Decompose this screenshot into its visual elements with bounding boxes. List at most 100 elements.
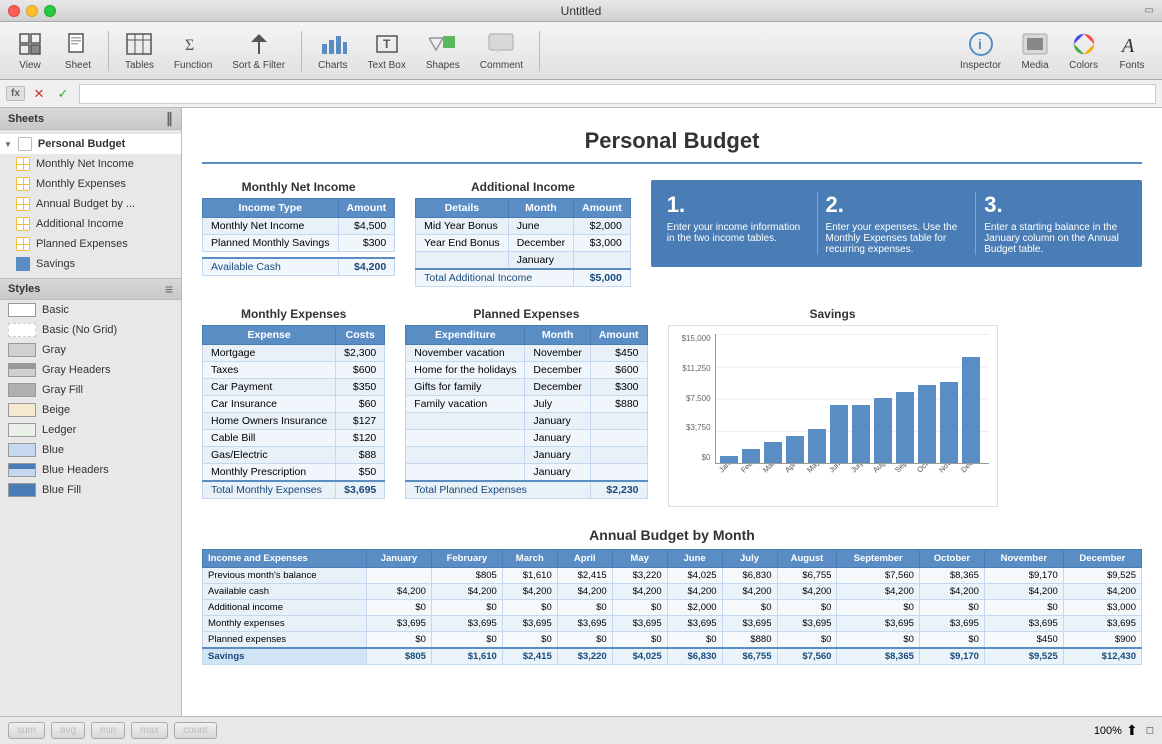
- count-button[interactable]: count: [174, 722, 216, 739]
- annual-row-label-2: Additional income: [203, 600, 367, 616]
- annual-col-feb: February: [431, 550, 502, 568]
- sheet-item-monthly-expenses[interactable]: Monthly Expenses: [0, 174, 181, 194]
- style-preview-blue-headers: [8, 463, 36, 477]
- sheet-item-annual-budget[interactable]: Annual Budget by ...: [0, 194, 181, 214]
- annual-col-oct: October: [919, 550, 984, 568]
- sheet-item-savings[interactable]: Savings: [0, 254, 181, 274]
- table-row: Year End Bonus December $3,000: [416, 235, 631, 252]
- style-gray[interactable]: Gray: [0, 340, 181, 360]
- avg-button[interactable]: avg: [51, 722, 85, 739]
- comment-button[interactable]: Comment: [472, 26, 531, 75]
- income-type-1: Monthly Net Income: [203, 218, 339, 235]
- col-amount: Amount: [338, 199, 395, 218]
- function-button[interactable]: Σ Function: [166, 26, 220, 75]
- window-buttons[interactable]: [8, 5, 56, 17]
- annual-cell-1-11: $4,200: [1063, 584, 1141, 600]
- table-row: Taxes$600: [203, 362, 385, 379]
- styles-action[interactable]: ≡: [165, 281, 173, 297]
- close-button[interactable]: [8, 5, 20, 17]
- planned-expenses-total-row: Total Planned Expenses $2,230: [406, 481, 647, 499]
- annual-budget-section: Annual Budget by Month Income and Expens…: [202, 527, 1142, 665]
- sheet-icon-parent: [18, 137, 32, 151]
- annual-cell-4-1: $0: [431, 632, 502, 649]
- colors-button[interactable]: Colors: [1061, 26, 1106, 75]
- chart-bar: [962, 357, 980, 463]
- max-button[interactable]: max: [131, 722, 168, 739]
- comment-label: Comment: [480, 60, 523, 71]
- sheet-item-personal-budget[interactable]: ▼ Personal Budget: [0, 134, 181, 154]
- maximize-button[interactable]: [44, 5, 56, 17]
- sort-filter-button[interactable]: Sort & Filter: [224, 26, 293, 75]
- style-gray-headers[interactable]: Gray Headers: [0, 360, 181, 380]
- sum-button[interactable]: sum: [8, 722, 45, 739]
- planned-amt-7: [590, 447, 647, 464]
- zoom-stepper[interactable]: ⬆: [1126, 722, 1138, 739]
- media-button[interactable]: Media: [1013, 26, 1057, 75]
- style-label-gray: Gray: [42, 344, 66, 356]
- charts-button[interactable]: Charts: [310, 26, 355, 75]
- annual-cell-4-7: $0: [777, 632, 837, 649]
- style-gray-fill[interactable]: Gray Fill: [0, 380, 181, 400]
- annual-cell-1-0: $4,200: [366, 584, 431, 600]
- annual-row-label-5: Savings: [203, 648, 367, 665]
- textbox-button[interactable]: T Text Box: [360, 26, 414, 75]
- tables-button[interactable]: Tables: [117, 26, 162, 75]
- styles-header: Styles ≡: [0, 278, 181, 300]
- min-button[interactable]: min: [91, 722, 125, 739]
- annual-cell-2-0: $0: [366, 600, 431, 616]
- annual-cell-5-8: $8,365: [837, 648, 919, 665]
- inspector-label: Inspector: [960, 60, 1001, 71]
- annual-cell-2-4: $0: [612, 600, 667, 616]
- minimize-button[interactable]: [26, 5, 38, 17]
- total-planned-value: $2,230: [590, 481, 647, 499]
- cost-8: $50: [336, 464, 385, 482]
- formula-cancel[interactable]: ✕: [29, 84, 49, 104]
- style-blue-headers[interactable]: Blue Headers: [0, 460, 181, 480]
- style-blue[interactable]: Blue: [0, 440, 181, 460]
- annual-col-header-0: Income and Expenses: [203, 550, 367, 568]
- sheet-item-monthly-net-income[interactable]: Monthly Net Income: [0, 154, 181, 174]
- sheet-button[interactable]: Sheet: [56, 26, 100, 75]
- sheet-item-additional-income[interactable]: Additional Income: [0, 214, 181, 234]
- planned-month-2: December: [525, 362, 590, 379]
- planned-month-7: January: [525, 447, 590, 464]
- annual-cell-5-4: $4,025: [612, 648, 667, 665]
- fonts-button[interactable]: A Fonts: [1110, 26, 1154, 75]
- style-basic-nogrid[interactable]: Basic (No Grid): [0, 320, 181, 340]
- col-costs: Costs: [336, 326, 385, 345]
- style-label-gray-headers: Gray Headers: [42, 364, 110, 376]
- total-expenses-value: $3,695: [336, 481, 385, 499]
- annual-cell-1-9: $4,200: [919, 584, 984, 600]
- shapes-button[interactable]: Shapes: [418, 26, 468, 75]
- style-blue-fill[interactable]: Blue Fill: [0, 480, 181, 500]
- sheet-label-personal-budget: Personal Budget: [38, 138, 125, 150]
- planned-month-3: December: [525, 379, 590, 396]
- annual-budget-title: Annual Budget by Month: [202, 527, 1142, 543]
- sheet-icon-button[interactable]: ◻: [1146, 725, 1154, 736]
- inspector-button[interactable]: i Inspector: [952, 26, 1009, 75]
- annual-cell-3-9: $3,695: [919, 616, 984, 632]
- view-button[interactable]: View: [8, 26, 52, 75]
- content-area[interactable]: Personal Budget Monthly Net Income Incom…: [182, 108, 1162, 716]
- titlebar: Untitled ▭: [0, 0, 1162, 22]
- annual-row-label-4: Planned expenses: [203, 632, 367, 649]
- cost-6: $120: [336, 430, 385, 447]
- formula-input[interactable]: [79, 84, 1156, 104]
- sheet-item-planned-expenses[interactable]: Planned Expenses: [0, 234, 181, 254]
- table-row: Gas/Electric$88: [203, 447, 385, 464]
- formula-bar: fx ✕ ✓: [0, 80, 1162, 108]
- table-row: Monthly Net Income $4,500: [203, 218, 395, 235]
- style-beige[interactable]: Beige: [0, 400, 181, 420]
- style-basic[interactable]: Basic: [0, 300, 181, 320]
- window-expand[interactable]: ▭: [1145, 5, 1154, 16]
- col-income-type: Income Type: [203, 199, 339, 218]
- style-ledger[interactable]: Ledger: [0, 420, 181, 440]
- style-label-gray-fill: Gray Fill: [42, 384, 83, 396]
- sheet-icon: [64, 30, 92, 58]
- zoom-control[interactable]: 100% ⬆ ◻: [1094, 722, 1154, 739]
- annual-cell-0-2: $1,610: [502, 568, 557, 584]
- formula-accept[interactable]: ✓: [53, 84, 73, 104]
- sheets-collapse[interactable]: ∥: [166, 110, 173, 127]
- planned-amt-5: [590, 413, 647, 430]
- sheets-label: Sheets: [8, 113, 44, 125]
